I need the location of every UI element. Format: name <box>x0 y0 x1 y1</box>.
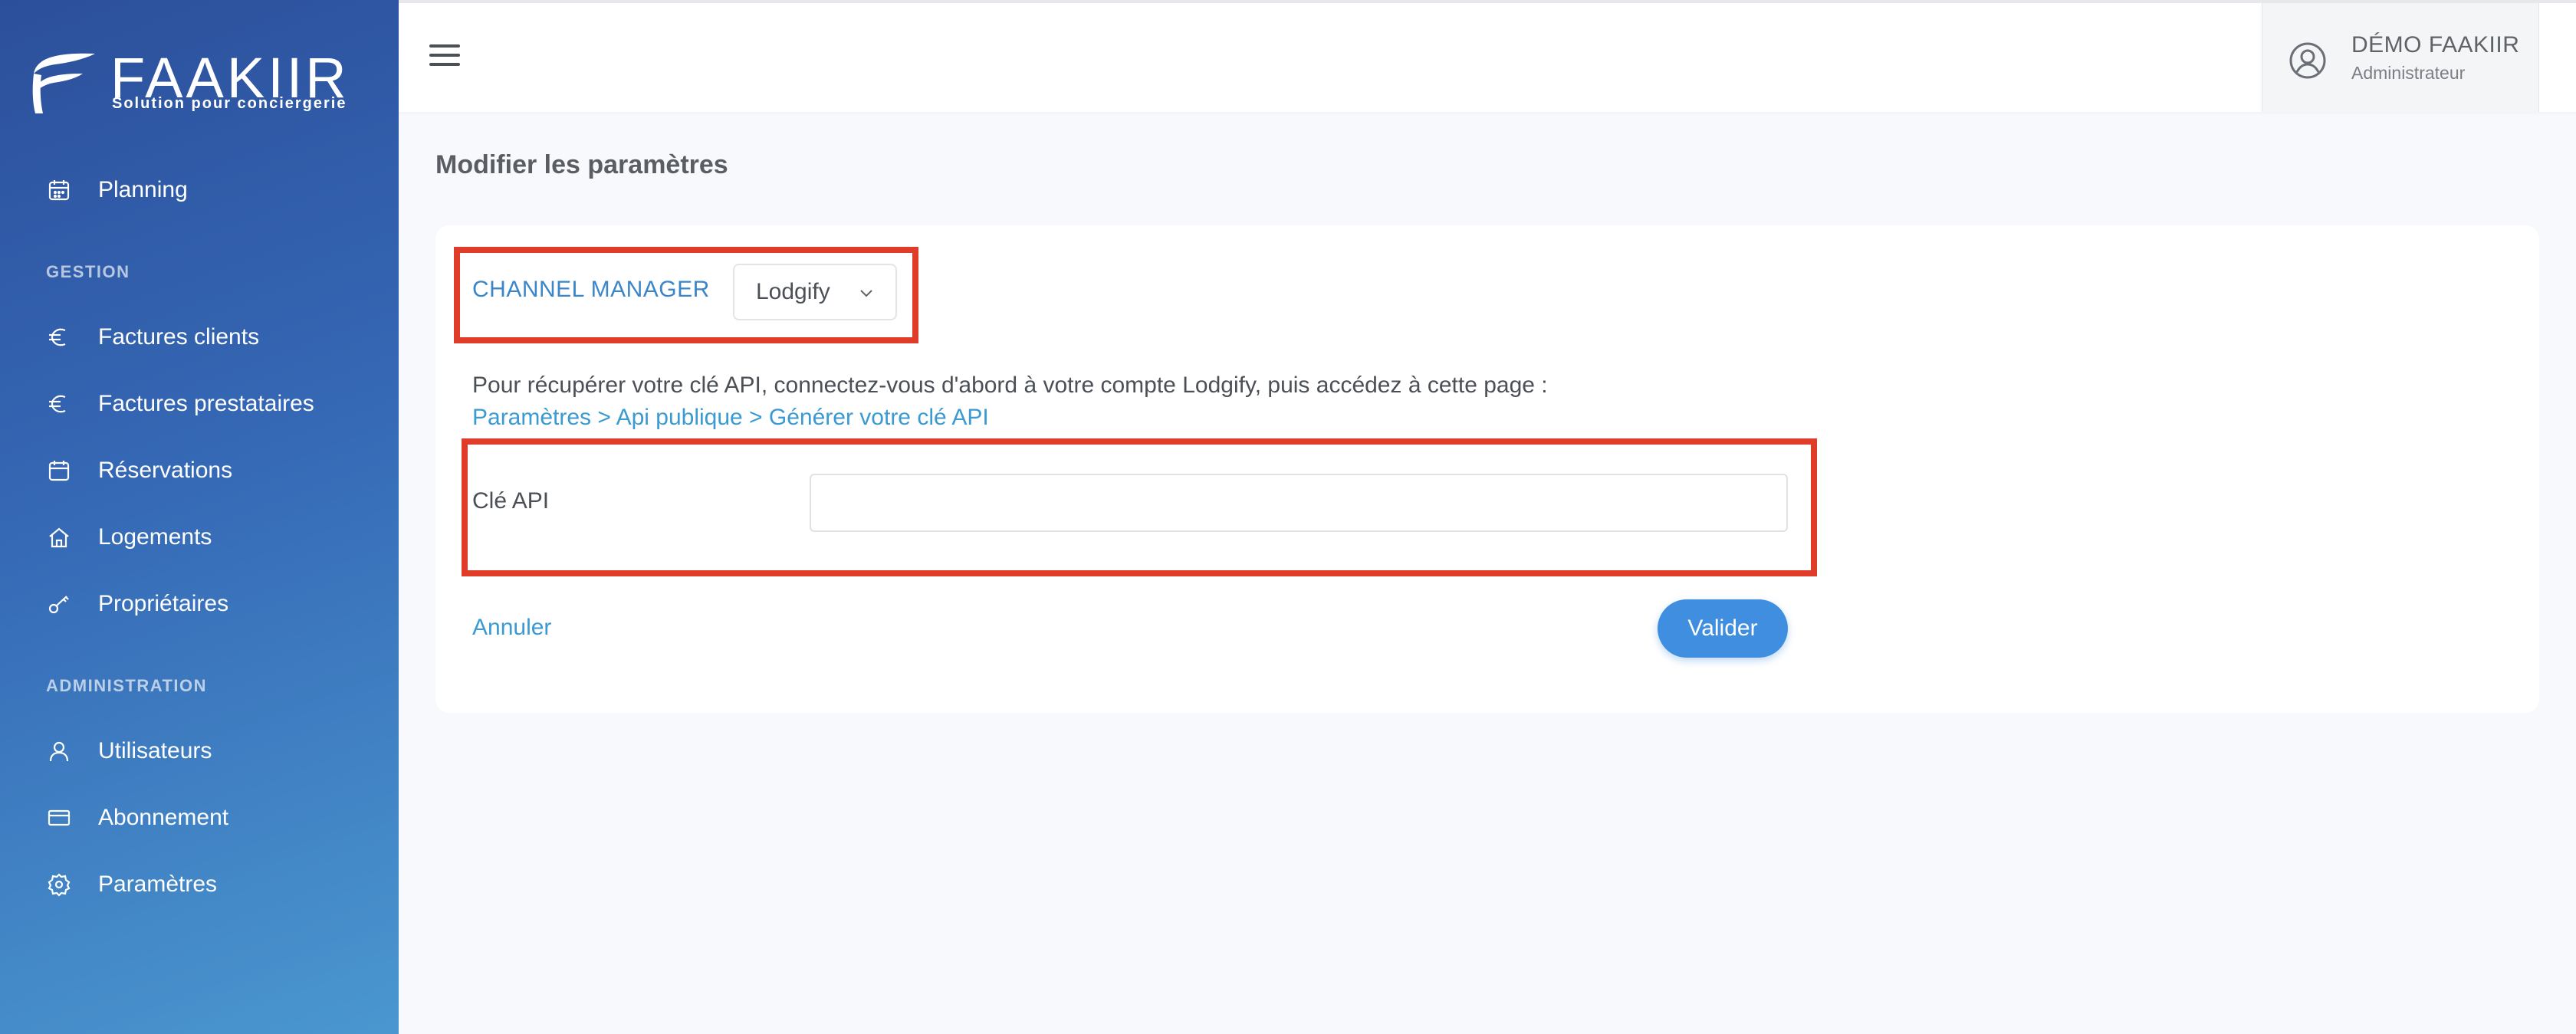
topbar: DÉMO FAAKIIR Administrateur <box>399 0 2576 112</box>
channel-manager-select[interactable]: Lodgify <box>733 264 897 320</box>
euro-icon <box>46 391 72 417</box>
api-key-label: Clé API <box>472 488 550 514</box>
euro-icon <box>46 324 72 350</box>
key-icon <box>46 591 72 617</box>
logo[interactable]: FAAKIIR Solution pour conciergerie <box>29 48 351 117</box>
sidebar: FAAKIIR Solution pour conciergerie Plann… <box>0 0 399 1034</box>
sidebar-item-label: Planning <box>98 177 188 202</box>
logo-tagline: Solution pour conciergerie <box>112 95 347 112</box>
sidebar-item-label: Utilisateurs <box>98 738 212 763</box>
sidebar-item-label: Réservations <box>98 458 233 483</box>
section-label-administration: ADMINISTRATION <box>46 676 208 695</box>
logo-mark-icon <box>32 53 95 113</box>
api-key-input[interactable] <box>810 474 1788 532</box>
hamburger-icon-line <box>429 63 460 66</box>
user-role: Administrateur <box>2351 63 2466 83</box>
sidebar-item-utilisateurs[interactable]: Utilisateurs <box>46 728 212 774</box>
sidebar-item-factures-clients[interactable]: Factures clients <box>46 314 259 360</box>
sidebar-item-abonnement[interactable]: Abonnement <box>46 795 228 841</box>
cancel-link[interactable]: Annuler <box>472 615 551 641</box>
user-menu[interactable]: DÉMO FAAKIIR Administrateur <box>2262 3 2539 112</box>
hamburger-icon <box>429 44 460 48</box>
channel-manager-select-value: Lodgify <box>756 279 830 304</box>
sidebar-item-logements[interactable]: Logements <box>46 514 212 560</box>
user-name: DÉMO FAAKIIR <box>2351 32 2520 57</box>
sidebar-item-factures-prestataires[interactable]: Factures prestataires <box>46 381 314 427</box>
sidebar-item-label: Factures prestataires <box>98 391 314 416</box>
user-avatar-icon <box>2289 42 2326 79</box>
sidebar-item-label: Factures clients <box>98 324 260 350</box>
user-icon <box>46 738 72 764</box>
calendar-icon <box>46 177 72 203</box>
sidebar-item-label: Logements <box>98 524 212 550</box>
menu-toggle-button[interactable] <box>429 44 460 71</box>
sidebar-item-label: Abonnement <box>98 805 229 830</box>
sidebar-item-label: Propriétaires <box>98 591 229 616</box>
sidebar-item-planning[interactable]: Planning <box>46 167 188 213</box>
submit-button[interactable]: Valider <box>1658 599 1788 658</box>
page-title: Modifier les paramètres <box>435 150 728 179</box>
credit-card-icon <box>46 805 72 831</box>
home-icon <box>46 524 72 550</box>
hamburger-icon-line <box>429 54 460 57</box>
sidebar-item-parametres[interactable]: Paramètres <box>46 862 217 908</box>
chevron-down-icon <box>860 290 872 297</box>
gear-icon <box>46 872 72 898</box>
section-label-gestion: GESTION <box>46 262 130 281</box>
api-help-link[interactable]: Paramètres > Api publique > Générer votr… <box>472 405 989 431</box>
sidebar-item-reservations[interactable]: Réservations <box>46 448 232 494</box>
sidebar-item-label: Paramètres <box>98 872 218 897</box>
channel-manager-label: CHANNEL MANAGER <box>472 277 710 302</box>
api-help-text: Pour récupérer votre clé API, connectez-… <box>472 373 1548 398</box>
calendar-icon <box>46 458 72 484</box>
sidebar-item-proprietaires[interactable]: Propriétaires <box>46 581 228 627</box>
